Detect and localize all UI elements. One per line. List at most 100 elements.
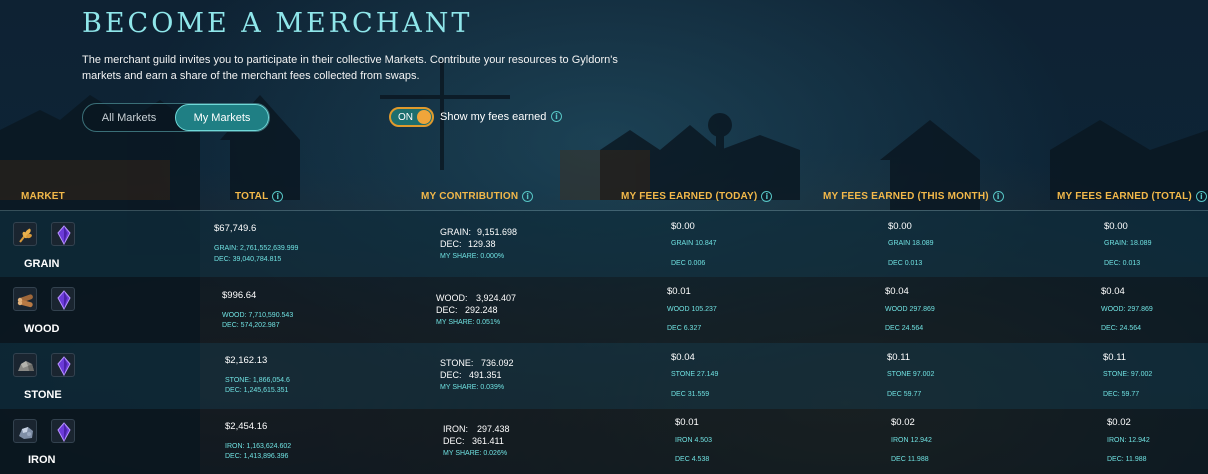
my-share: MY SHARE: 0.026% <box>443 450 508 457</box>
header-total: TOTAL i <box>235 191 284 203</box>
intro-text: The merchant guild invites you to partic… <box>82 54 618 82</box>
fees-total-resource: IRON: 12.942 <box>1107 437 1150 444</box>
total-resource: WOOD: 7,710,590.543 <box>222 312 294 319</box>
fees-total-dec: DEC: 59.77 <box>1103 391 1140 398</box>
total-dec: DEC: 574,202.987 <box>222 322 280 329</box>
contribution-resource-value: 3,924.407 <box>476 293 517 303</box>
contribution-dec-value: 491.351 <box>469 370 502 380</box>
total-resource: IRON: 1,163,624.602 <box>225 443 292 450</box>
fees-today-dec: DEC 4.538 <box>675 456 710 463</box>
total-dec: DEC: 1,413,896.396 <box>225 453 289 460</box>
fees-total-dec: DEC: 24.564 <box>1101 325 1142 332</box>
fees-toggle[interactable]: ON <box>389 107 434 127</box>
dec-crystal-icon <box>51 353 75 377</box>
grain-icon <box>13 222 37 246</box>
tab-my-markets[interactable]: My Markets <box>175 104 269 131</box>
fees-total-value: $0.02 <box>1107 417 1131 428</box>
market-name: STONE <box>24 389 62 401</box>
market-filter-tabs: All Markets My Markets <box>82 103 270 132</box>
contribution-dec-value: 361.411 <box>472 436 504 446</box>
market-name: GRAIN <box>24 258 60 270</box>
total-dec: DEC: 39,040,784.815 <box>214 256 282 263</box>
stone-icon <box>13 353 37 377</box>
contribution-resource-value: 736.092 <box>481 358 514 368</box>
fees-month-value: $0.11 <box>887 352 911 363</box>
contribution-resource-label: STONE: <box>440 358 474 368</box>
tab-all-markets[interactable]: All Markets <box>83 104 175 131</box>
header-market: MARKET <box>21 191 65 202</box>
info-icon[interactable]: i <box>761 191 773 202</box>
fees-today-resource: WOOD 105.237 <box>667 306 717 313</box>
contribution-resource-label: IRON: <box>443 424 469 434</box>
fees-total-value: $0.00 <box>1104 221 1128 232</box>
fees-today-dec: DEC 31.559 <box>671 391 710 398</box>
header-label: MY FEES EARNED (TOTAL) <box>1057 191 1192 203</box>
contribution-dec-label: DEC: <box>436 305 458 315</box>
info-icon[interactable]: i <box>551 111 562 122</box>
total-value: $2,454.16 <box>225 421 268 432</box>
fees-total-resource: STONE: 97.002 <box>1103 371 1153 378</box>
dec-crystal-icon <box>51 419 75 443</box>
contribution-resource-label: GRAIN: <box>440 227 472 237</box>
total-value: $996.64 <box>222 290 257 301</box>
header-fees-today: MY FEES EARNED (TODAY) i <box>621 191 773 203</box>
my-share: MY SHARE: 0.039% <box>440 384 505 391</box>
table-row[interactable] <box>0 277 1208 343</box>
table-row[interactable] <box>0 343 1208 409</box>
table-row[interactable] <box>0 211 1208 277</box>
header-label: MARKET <box>21 191 65 202</box>
contribution-resource-label: WOOD: <box>436 293 468 303</box>
header-fees-month: MY FEES EARNED (THIS MONTH) i <box>823 191 1004 202</box>
contribution-dec-label: DEC: <box>440 370 462 380</box>
header-label: TOTAL <box>235 191 269 203</box>
total-value: $67,749.6 <box>214 223 257 234</box>
fees-month-value: $0.00 <box>888 221 912 232</box>
fees-month-value: $0.02 <box>891 417 915 428</box>
fees-month-resource: STONE 97.002 <box>887 371 935 378</box>
fees-month-resource: GRAIN 18.089 <box>888 240 934 247</box>
contribution-dec-label: DEC: <box>440 239 462 249</box>
total-resource: GRAIN: 2,761,552,639.999 <box>214 245 299 252</box>
fees-today-dec: DEC 0.006 <box>671 260 706 267</box>
fees-today-value: $0.01 <box>675 417 699 428</box>
fees-total-dec: DEC: 11.988 <box>1107 456 1147 463</box>
contribution-dec-label: DEC: <box>443 436 465 446</box>
fees-total-value: $0.11 <box>1103 352 1127 363</box>
header-label: MY FEES EARNED (TODAY) <box>621 191 758 203</box>
fees-today-resource: STONE 27.149 <box>671 371 719 378</box>
fees-month-value: $0.04 <box>885 286 909 297</box>
market-name: IRON <box>28 454 56 466</box>
info-icon[interactable]: i <box>992 191 1004 202</box>
header-label: MY FEES EARNED (THIS MONTH) <box>823 191 989 203</box>
fees-total-value: $0.04 <box>1101 286 1125 297</box>
total-dec: DEC: 1,245,615.351 <box>225 387 289 394</box>
dec-crystal-icon <box>51 287 75 311</box>
total-value: $2,162.13 <box>225 355 268 366</box>
toggle-knob <box>417 110 431 124</box>
dec-crystal-icon <box>51 222 75 246</box>
header-fees-total: MY FEES EARNED (TOTAL) i <box>1057 191 1207 202</box>
fees-month-dec: DEC 59.77 <box>887 391 922 398</box>
page-title: BECOME A MERCHANT <box>82 8 473 39</box>
info-icon[interactable]: i <box>1195 191 1207 202</box>
fees-month-dec: DEC 24.564 <box>885 325 924 332</box>
fees-total-dec: DEC: 0.013 <box>1104 260 1141 267</box>
header-contribution: MY CONTRIBUTION i <box>421 191 534 203</box>
header-label: MY CONTRIBUTION <box>421 191 519 203</box>
fees-today-value: $0.00 <box>671 221 695 232</box>
fees-today-value: $0.04 <box>671 352 695 363</box>
fees-total-resource: GRAIN: 18.089 <box>1104 240 1152 247</box>
info-icon[interactable]: i <box>522 191 534 202</box>
my-share: MY SHARE: 0.000% <box>440 253 505 260</box>
fees-toggle-label: Show my fees earned <box>440 111 547 123</box>
toggle-state-label: ON <box>398 111 413 123</box>
fees-today-value: $0.01 <box>667 286 691 297</box>
contribution-dec-value: 292.248 <box>465 305 498 315</box>
iron-icon <box>13 419 37 443</box>
table-row[interactable] <box>0 409 1208 474</box>
fees-month-dec: DEC 11.988 <box>891 456 929 463</box>
contribution-resource-value: 9,151.698 <box>477 227 518 237</box>
info-icon[interactable]: i <box>272 191 284 202</box>
contribution-dec-value: 129.38 <box>468 239 496 249</box>
market-name: WOOD <box>24 323 60 335</box>
